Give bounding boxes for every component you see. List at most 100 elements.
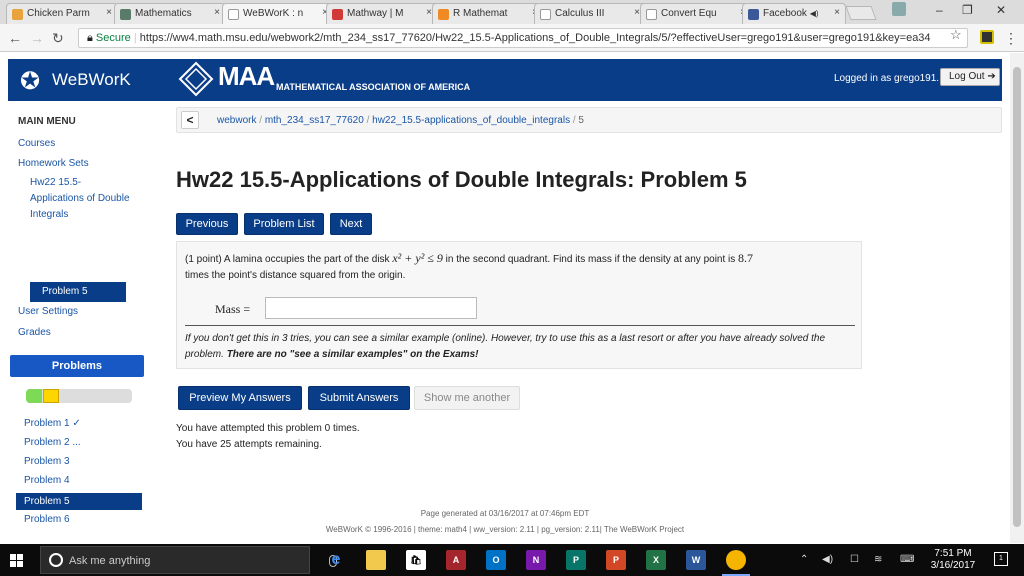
windows-start-icon[interactable] [10, 554, 24, 568]
browser-tab-active[interactable]: WeBWorK : n× [222, 3, 334, 24]
restore-icon[interactable]: ❐ [962, 3, 973, 17]
problem-link[interactable]: Problem 1 ✓ [24, 418, 81, 429]
browser-tab[interactable]: Mathway | M × [326, 3, 438, 24]
taskbar-search-input[interactable]: Ask me anything [40, 546, 337, 574]
sidebar-item-homework-sets[interactable]: Homework Sets [18, 158, 89, 169]
login-status: Logged in as grego191. [834, 73, 940, 84]
back-arrow-icon[interactable]: ← [8, 30, 22, 46]
webwork-logo-icon[interactable]: ✪ [20, 67, 40, 96]
profile-icon[interactable] [892, 2, 906, 16]
browser-tab-bar: Chicken Parm× Mathematics× WeBWorK : n× … [0, 0, 1024, 24]
back-button[interactable]: < [181, 111, 199, 129]
problems-header: Problems [10, 355, 144, 377]
page-favicon-icon [540, 9, 551, 20]
outlook-icon[interactable]: O [486, 550, 506, 570]
keyboard-icon[interactable]: ⌨ [900, 554, 914, 565]
sidebar-item-current-set[interactable]: Hw22 15.5-Applications of Double Integra… [30, 175, 130, 223]
problem-link-current[interactable]: Problem 5 [16, 493, 142, 510]
reload-icon[interactable]: ↻ [52, 30, 64, 47]
problem-list-button[interactable]: Problem List [244, 213, 324, 235]
breadcrumb-trail: webwork / mth_234_ss17_77620 / hw22_15.5… [217, 115, 584, 126]
word-icon[interactable]: W [686, 550, 706, 570]
scroll-thumb[interactable] [1013, 67, 1021, 527]
mass-answer-input[interactable] [265, 297, 477, 319]
breadcrumb-set[interactable]: hw22_15.5-applications_of_double_integra… [372, 115, 570, 126]
volume-icon[interactable]: ◀) [822, 554, 833, 565]
extension-icon[interactable] [980, 30, 994, 44]
new-tab-button[interactable] [845, 6, 877, 20]
address-bar: ← → ↻ 🔒︎ Secure | https://ww4.math.msu.e… [0, 24, 1024, 52]
sidebar-item-user-settings[interactable]: User Settings [18, 306, 78, 317]
problem-statement: (1 point) A lamina occupies the part of … [185, 251, 754, 281]
browser-tab[interactable]: Chicken Parm × [6, 3, 118, 24]
network-icon[interactable]: ☐ [850, 554, 859, 565]
hint-note: If you don't get this in 3 tries, you ca… [185, 333, 825, 360]
logout-button[interactable]: Log Out ➔ [940, 68, 1000, 86]
maa-title: MAA [218, 61, 275, 91]
taskbar-clock[interactable]: 7:51 PM 3/16/2017 [924, 548, 982, 572]
lock-icon: 🔒︎ [87, 32, 93, 44]
taskbar: Ask me anything e 🛍︎ A O N P P X W ⌃ ◀) … [0, 544, 1024, 576]
webwork-logo-text[interactable]: WeBWorK [52, 70, 131, 90]
density-constant: 8.7 [738, 251, 754, 265]
browser-tab[interactable]: Mathematics × [114, 3, 226, 24]
sidebar-item-current-problem[interactable]: Problem 5 [30, 282, 126, 302]
wifi-icon[interactable]: ≋ [874, 554, 882, 565]
breadcrumb: < webwork / mth_234_ss17_77620 / hw22_15… [176, 107, 1002, 133]
chicken-favicon-icon [12, 9, 23, 20]
page-favicon-icon [228, 9, 239, 20]
sidebar-item-grades[interactable]: Grades [18, 327, 51, 338]
footer-version: WeBWorK © 1996-2016 | theme: math4 | ww_… [325, 525, 685, 534]
progress-correct [26, 389, 42, 403]
access-icon[interactable]: A [446, 550, 466, 570]
clock-time: 7:51 PM [934, 548, 972, 559]
cortana-icon [49, 553, 63, 567]
browser-tab[interactable]: R Mathemat× [432, 3, 544, 24]
clock-date: 3/16/2017 [930, 560, 976, 571]
page-scrollbar[interactable] [1010, 53, 1024, 543]
url-input[interactable]: 🔒︎ Secure | https://ww4.math.msu.edu/web… [78, 28, 968, 48]
submit-answers-button[interactable]: Submit Answers [308, 386, 410, 410]
breadcrumb-webwork[interactable]: webwork [217, 115, 256, 126]
minimize-icon[interactable]: – [936, 3, 943, 17]
browser-tab[interactable]: Calculus III × [534, 3, 646, 24]
file-explorer-icon[interactable] [366, 550, 386, 570]
publisher-icon[interactable]: P [566, 550, 586, 570]
sidebar-item-courses[interactable]: Courses [18, 138, 55, 149]
show-me-another-button[interactable]: Show me another [414, 386, 520, 410]
store-icon[interactable]: 🛍︎ [406, 550, 426, 570]
breadcrumb-course[interactable]: mth_234_ss17_77620 [265, 115, 364, 126]
tray-chevron-icon[interactable]: ⌃ [800, 554, 808, 565]
close-icon[interactable]: × [834, 7, 840, 18]
close-icon[interactable]: × [214, 7, 220, 18]
next-button[interactable]: Next [330, 213, 372, 235]
bookmark-star-icon[interactable]: ☆ [950, 27, 962, 43]
edge-icon[interactable]: e [326, 550, 346, 570]
forward-arrow-icon[interactable]: → [30, 30, 44, 46]
problem-link[interactable]: Problem 3 [24, 456, 70, 467]
close-window-icon[interactable]: ✕ [996, 3, 1006, 17]
notification-icon[interactable]: 1 [994, 552, 1008, 566]
close-icon[interactable]: × [106, 7, 112, 18]
previous-button[interactable]: Previous [176, 213, 238, 235]
browser-tab[interactable]: Facebook ◀) × [742, 3, 846, 24]
mass-label: Mass = [215, 302, 251, 316]
chrome-icon[interactable] [726, 550, 746, 570]
webwork-page: ✪ WeBWorK MAA MATHEMATICAL ASSOCIATION O… [0, 53, 1010, 543]
footer-generated: Page generated at 03/16/2017 at 07:46pm … [420, 509, 590, 518]
favicon-icon [438, 9, 449, 20]
onenote-icon[interactable]: N [526, 550, 546, 570]
browser-tab[interactable]: Convert Equ× [640, 3, 752, 24]
url-text: https://ww4.math.msu.edu/webwork2/mth_23… [139, 32, 931, 44]
maa-logo-icon [178, 61, 214, 97]
problem-progress-bar [26, 389, 132, 403]
problem-link[interactable]: Problem 4 [24, 475, 70, 486]
breadcrumb-problem: 5 [578, 115, 584, 126]
powerpoint-icon[interactable]: P [606, 550, 626, 570]
attempts-text: You have attempted this problem 0 times. [176, 423, 360, 434]
excel-icon[interactable]: X [646, 550, 666, 570]
problem-link[interactable]: Problem 2 ... [24, 437, 81, 448]
remaining-text: You have 25 attempts remaining. [176, 439, 322, 450]
preview-answers-button[interactable]: Preview My Answers [178, 386, 302, 410]
browser-menu-icon[interactable]: ⋮ [1004, 30, 1018, 47]
